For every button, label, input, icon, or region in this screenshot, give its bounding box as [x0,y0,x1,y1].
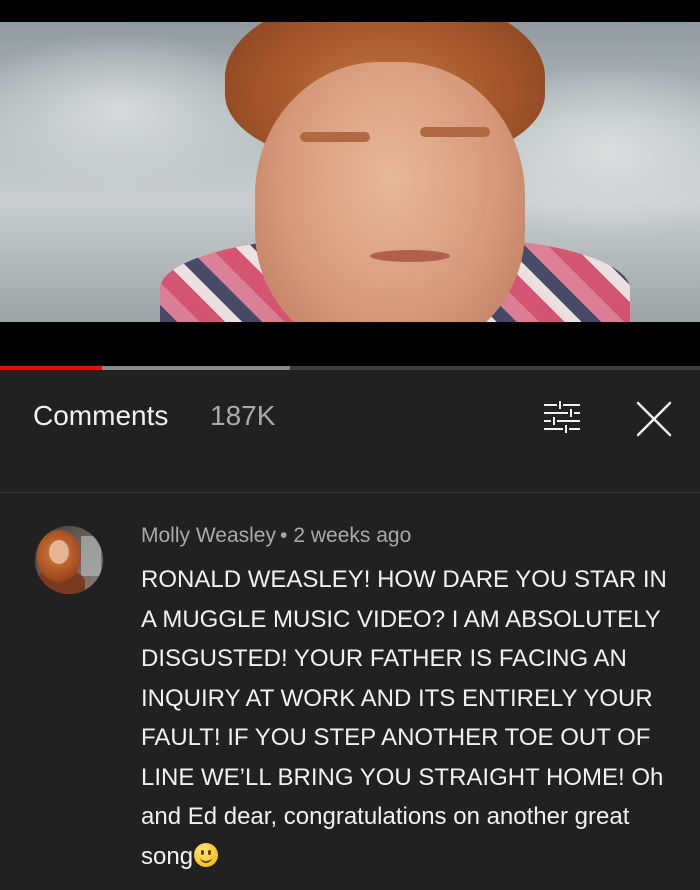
close-icon[interactable] [635,400,673,438]
comment-body: RONALD WEASLEY! HOW DARE YOU STAR IN A M… [141,560,681,876]
comment-text: RONALD WEASLEY! HOW DARE YOU STAR IN A M… [141,566,667,870]
comment-meta: Molly Weasley • 2 weeks ago [141,524,411,548]
avatar-background [81,536,101,576]
video-face [255,62,525,322]
comments-header: Comments 187K [0,370,700,462]
comment-author[interactable]: Molly Weasley [141,524,276,547]
sort-filter-icon[interactable] [543,400,581,434]
video-brow [300,132,370,142]
video-player[interactable] [0,0,700,370]
meta-separator: • [279,524,288,547]
video-mouth [370,250,450,262]
header-divider [0,492,700,493]
comments-count: 187K [210,400,276,431]
avatar-face [49,540,69,564]
smiling-face-icon [194,842,219,867]
comment-timestamp: 2 weeks ago [293,524,412,547]
video-brow [420,127,490,137]
comments-title: Comments [33,400,169,431]
avatar[interactable] [35,526,103,594]
video-frame[interactable] [0,22,700,322]
